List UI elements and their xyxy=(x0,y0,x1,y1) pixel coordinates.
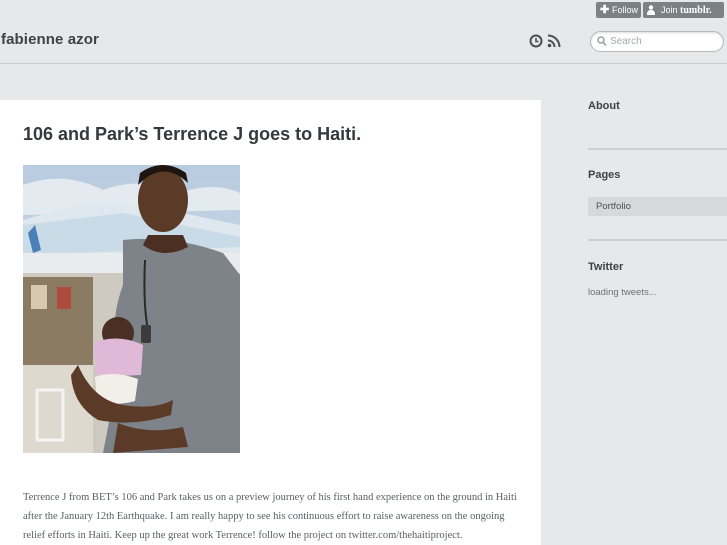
sidebar-about-heading[interactable]: About xyxy=(588,100,620,112)
sidebar-item-portfolio[interactable]: Portfolio xyxy=(588,197,727,216)
sidebar-twitter-heading: Twitter xyxy=(588,261,624,273)
rss-icon[interactable] xyxy=(547,34,561,48)
follow-label: Follow xyxy=(612,5,639,15)
join-text: Join xyxy=(661,5,678,15)
tumblr-brand: tumblr. xyxy=(680,5,712,16)
header-bar: fabienne azor ✚ Follow Join tumblr. xyxy=(0,0,727,64)
twitter-status: loading tweets... xyxy=(588,287,657,298)
sidebar-pages-heading: Pages xyxy=(588,169,621,181)
sidebar-divider xyxy=(588,239,727,241)
sidebar-item-label: Portfolio xyxy=(596,201,631,212)
search-input[interactable] xyxy=(610,33,715,49)
sidebar: About Pages Portfolio Twitter loading tw… xyxy=(542,64,727,545)
clock-icon[interactable] xyxy=(529,34,543,48)
search-box[interactable] xyxy=(590,31,724,52)
join-label: Join tumblr. xyxy=(661,2,712,19)
search-icon xyxy=(597,36,607,47)
join-tumblr-button[interactable]: Join tumblr. xyxy=(643,2,724,18)
post-photo xyxy=(23,165,240,453)
blog-title[interactable]: fabienne azor xyxy=(1,31,99,48)
sidebar-divider xyxy=(588,148,727,150)
plus-icon: ✚ xyxy=(600,4,610,16)
follow-button[interactable]: ✚ Follow xyxy=(596,2,641,18)
post-content: 106 and Park’s Terrence J goes to Haiti. xyxy=(0,100,541,545)
post-body: Terrence J from BET’s 106 and Park takes… xyxy=(23,492,517,541)
post-title[interactable]: 106 and Park’s Terrence J goes to Haiti. xyxy=(23,124,361,145)
